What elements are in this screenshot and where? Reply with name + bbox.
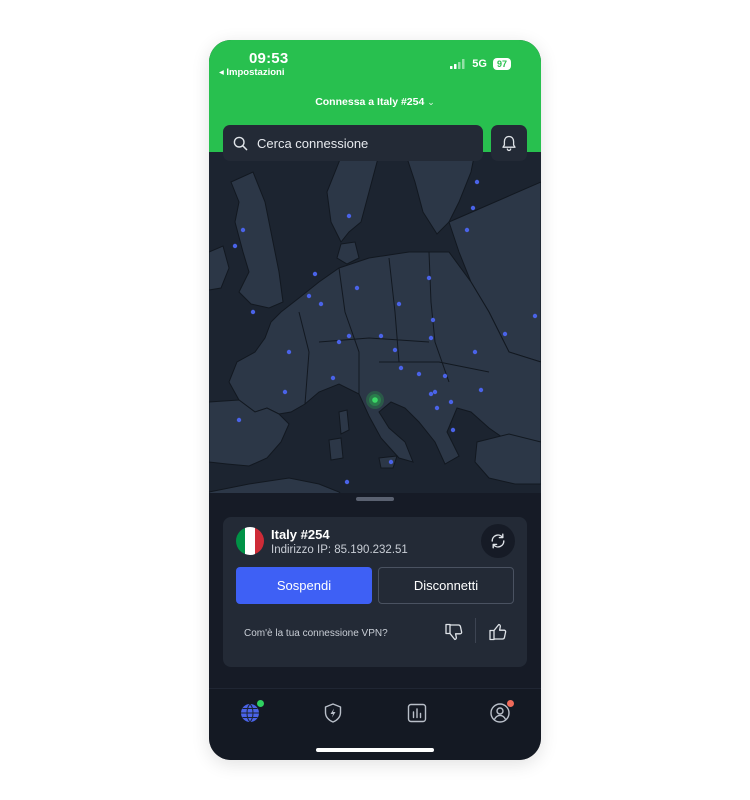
search-connection-box[interactable]: Cerca connessione [223, 125, 483, 161]
active-status-badge [257, 700, 264, 707]
connection-status-title[interactable]: Connessa a Italy #254 ⌄ [209, 96, 541, 108]
refresh-icon [491, 533, 505, 549]
disconnect-button[interactable]: Disconnetti [378, 567, 514, 604]
notifications-button[interactable] [491, 125, 527, 161]
notification-badge [507, 700, 514, 707]
phone-screen: 09:53 ◂ Impostazioni 5G 97 Connessa a It… [209, 40, 541, 760]
feedback-question: Com'è la tua connessione VPN? [244, 628, 388, 639]
tab-stats[interactable] [405, 701, 429, 725]
ip-address: Indirizzo IP: 85.190.232.51 [271, 544, 408, 556]
bell-icon [502, 135, 516, 151]
home-indicator[interactable] [316, 748, 434, 752]
server-name: Italy #254 [271, 527, 330, 542]
shield-lightning-icon [324, 703, 342, 723]
tab-profile[interactable] [488, 700, 514, 725]
battery-icon: 97 [492, 58, 511, 70]
tab-threat-protection[interactable] [321, 701, 345, 725]
stats-icon [407, 703, 427, 723]
chevron-down-icon: ⌄ [427, 97, 435, 107]
connection-card: Italy #254 Indirizzo IP: 85.190.232.51 S… [223, 517, 527, 667]
status-indicators: 5G 97 [450, 58, 511, 70]
tab-map[interactable] [238, 700, 264, 725]
vpn-map[interactable] [209, 112, 541, 532]
thumbs-up-button[interactable] [487, 621, 509, 643]
back-to-settings-link[interactable]: ◂ Impostazioni [219, 67, 284, 78]
italy-flag-icon [236, 527, 264, 555]
feedback-divider [475, 618, 476, 643]
thumbs-up-icon [489, 623, 507, 641]
search-placeholder: Cerca connessione [257, 135, 369, 151]
connection-status-text: Connessa a Italy #254 [315, 96, 425, 108]
sheet-drag-handle[interactable] [356, 497, 394, 501]
pause-button[interactable]: Sospendi [236, 567, 372, 604]
network-type: 5G [472, 58, 487, 70]
connection-bottom-sheet: Italy #254 Indirizzo IP: 85.190.232.51 S… [209, 493, 541, 688]
refresh-server-button[interactable] [481, 524, 515, 558]
signal-icon [450, 59, 465, 69]
thumbs-down-button[interactable] [443, 621, 465, 643]
thumbs-down-icon [445, 623, 463, 641]
clock: 09:53 [249, 50, 289, 67]
search-icon [233, 136, 248, 151]
europe-map [209, 112, 541, 532]
